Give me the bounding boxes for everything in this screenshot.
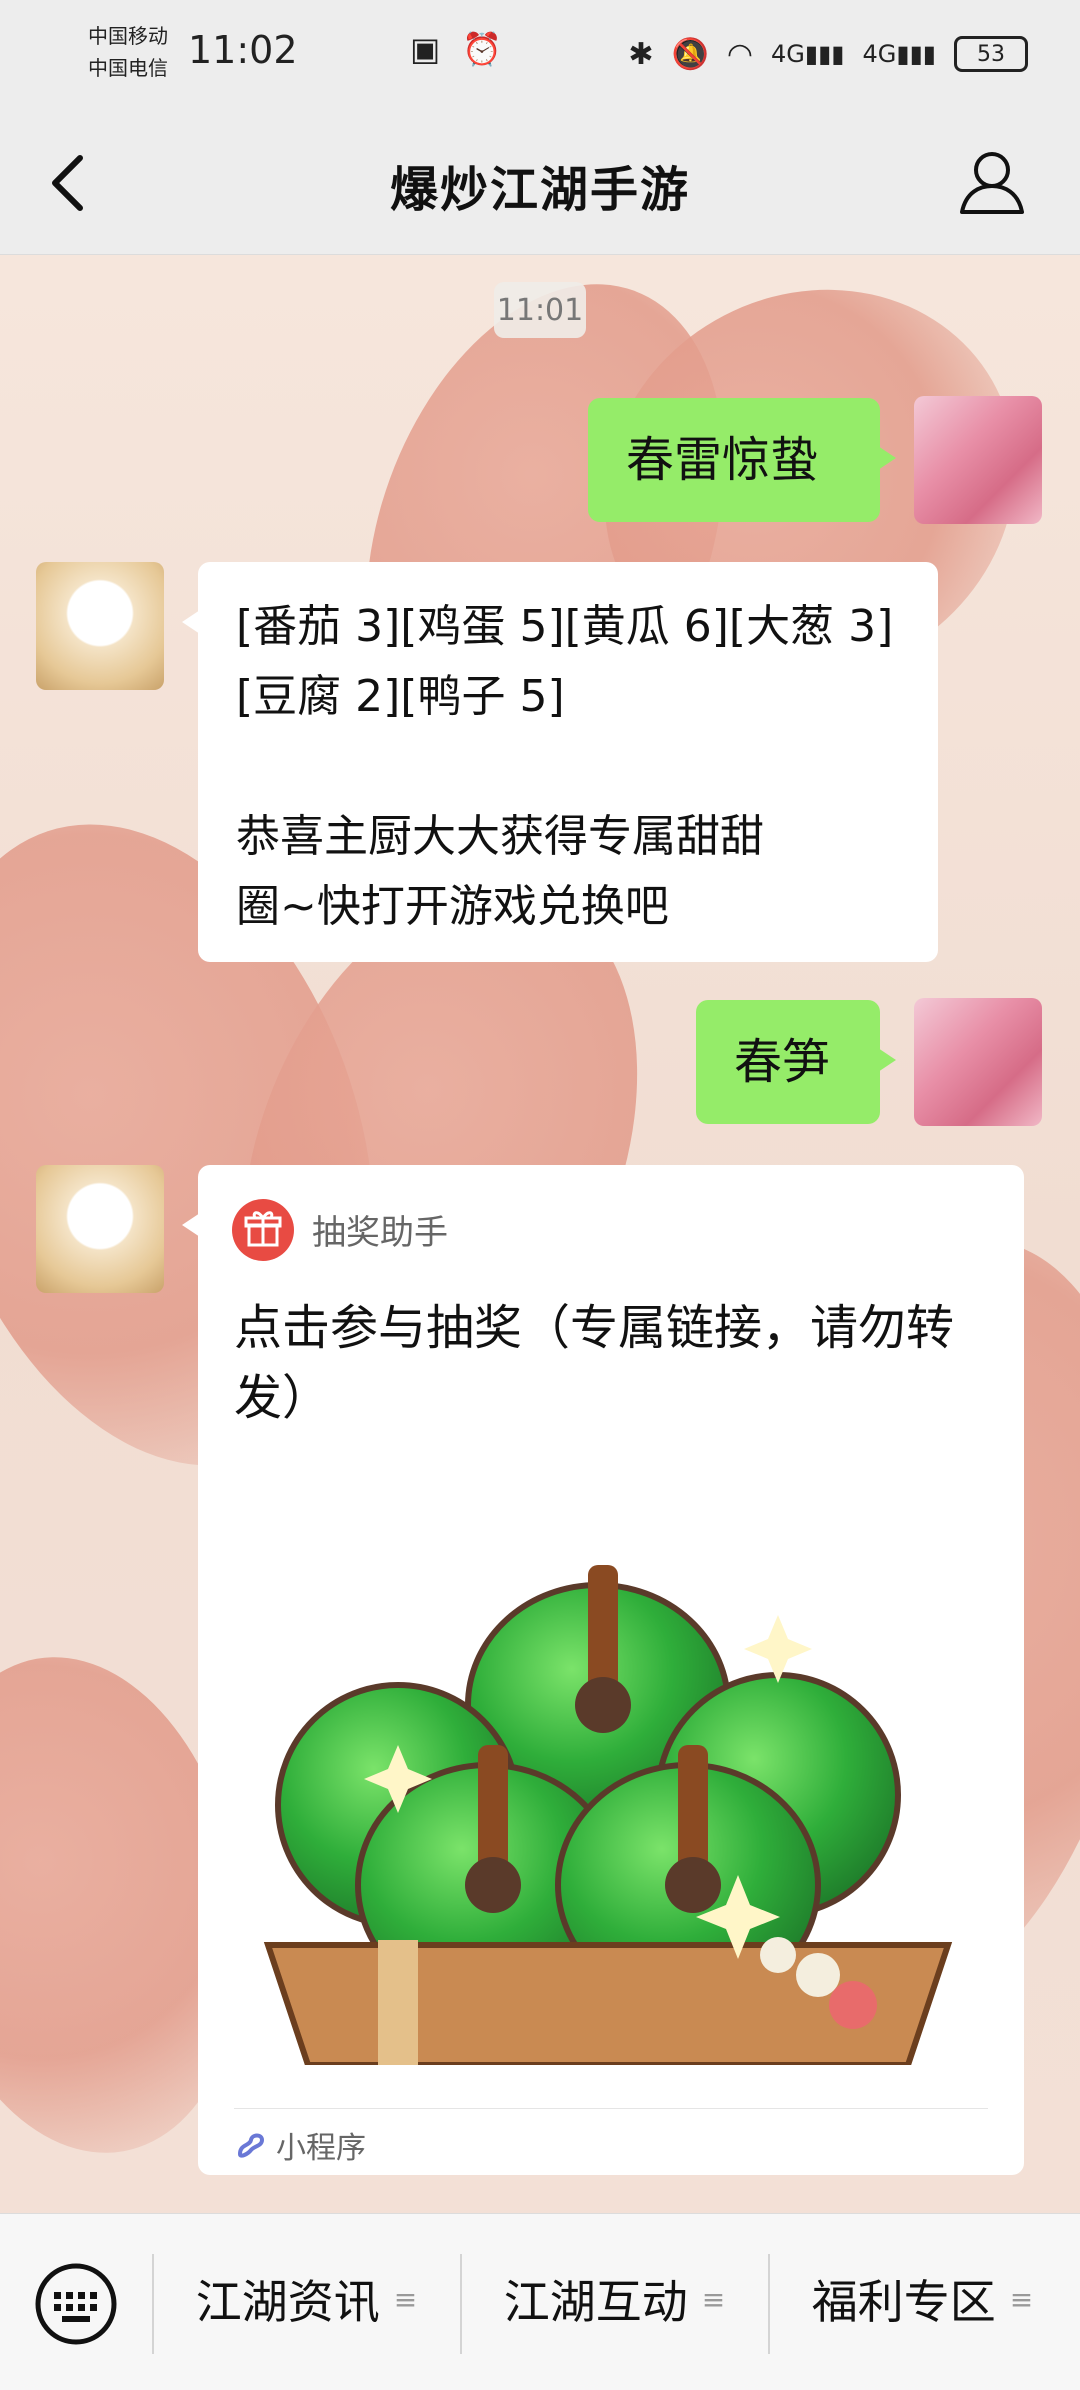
mute-icon: 🔕 xyxy=(671,36,709,72)
my-avatar[interactable] xyxy=(914,396,1042,524)
card-divider xyxy=(234,2108,988,2109)
message-bubble-received[interactable]: [番茄 3][鸡蛋 5][黄瓜 6][大葱 3] [豆腐 2][鸭子 5] 恭喜… xyxy=(182,562,938,962)
menu-label: 江湖互动 xyxy=(503,2275,688,2329)
bot-avatar[interactable] xyxy=(36,1165,164,1293)
card-app-name: 抽奖助手 xyxy=(312,1213,448,1253)
status-left-icons: ▣ ⏰ xyxy=(410,30,502,68)
menu-list-icon: ≡ xyxy=(1009,2282,1034,2316)
chat-header: 爆炒江湖手游 xyxy=(0,108,1080,255)
menu-label: 江湖资讯 xyxy=(195,2275,380,2329)
mini-program-icon xyxy=(237,2133,265,2158)
message-text: [番茄 3][鸡蛋 5][黄瓜 6][大葱 3] [豆腐 2][鸭子 5] 恭喜… xyxy=(236,601,894,932)
card-footer-label: 小程序 xyxy=(276,2131,366,2166)
nfc-icon: ▣ xyxy=(410,30,441,68)
menu-welfare-zone[interactable]: 福利专区 ≡ xyxy=(770,2244,1075,2354)
carrier-labels: 中国移动 中国电信 xyxy=(88,20,168,84)
signal-icon: 4G▮▮▮ xyxy=(771,40,845,68)
menu-label: 福利专区 xyxy=(811,2275,996,2329)
status-time: 11:02 xyxy=(188,28,298,72)
jade-coins-basket-image xyxy=(263,1565,953,2065)
carrier-2: 中国电信 xyxy=(88,56,168,80)
alarm-icon: ⏰ xyxy=(462,30,503,68)
carrier-1: 中国移动 xyxy=(88,24,168,48)
bottom-menu-bar: 江湖资讯 ≡ 江湖互动 ≡ 福利专区 ≡ xyxy=(0,2213,1080,2390)
wifi-icon: ◠ xyxy=(726,36,753,72)
page-title: 爆炒江湖手游 xyxy=(389,162,690,218)
message-bubble-sent[interactable]: 春笋 xyxy=(696,1000,896,1124)
chat-timestamp: 11:01 xyxy=(494,282,586,338)
mini-program-card[interactable]: 抽奖助手 点击参与抽奖（专属链接，请勿转发） 小程序 xyxy=(182,1165,1024,2175)
menu-jianghu-news[interactable]: 江湖资讯 ≡ xyxy=(154,2244,459,2354)
message-text: 春雷惊蛰 xyxy=(626,432,819,488)
card-title: 点击参与抽奖（专属链接，请勿转发） xyxy=(234,1300,955,1426)
keyboard-button[interactable] xyxy=(34,2262,118,2346)
gift-icon xyxy=(232,1199,294,1261)
profile-button[interactable] xyxy=(956,146,1028,218)
person-icon xyxy=(960,152,1024,214)
status-bar: 中国移动 中国电信 11:02 ▣ ⏰ ✱ 🔕 ◠ 4G▮▮▮ 4G▮▮▮ 53 xyxy=(0,0,1080,108)
message-bubble-sent[interactable]: 春雷惊蛰 xyxy=(588,398,896,522)
menu-jianghu-interaction[interactable]: 江湖互动 ≡ xyxy=(462,2244,767,2354)
menu-list-icon: ≡ xyxy=(393,2282,418,2316)
status-right-icons: ✱ 🔕 ◠ 4G▮▮▮ 4G▮▮▮ 53 xyxy=(628,30,1028,78)
bot-avatar[interactable] xyxy=(36,562,164,690)
signal-icon: 4G▮▮▮ xyxy=(862,40,937,68)
card-footer: 小程序 xyxy=(234,2123,366,2167)
battery-icon: 53 xyxy=(954,36,1028,72)
keyboard-icon xyxy=(35,2263,117,2345)
menu-list-icon: ≡ xyxy=(701,2282,726,2316)
message-text: 春笋 xyxy=(734,1034,831,1090)
bluetooth-icon: ✱ xyxy=(628,36,654,72)
my-avatar[interactable] xyxy=(914,998,1042,1126)
